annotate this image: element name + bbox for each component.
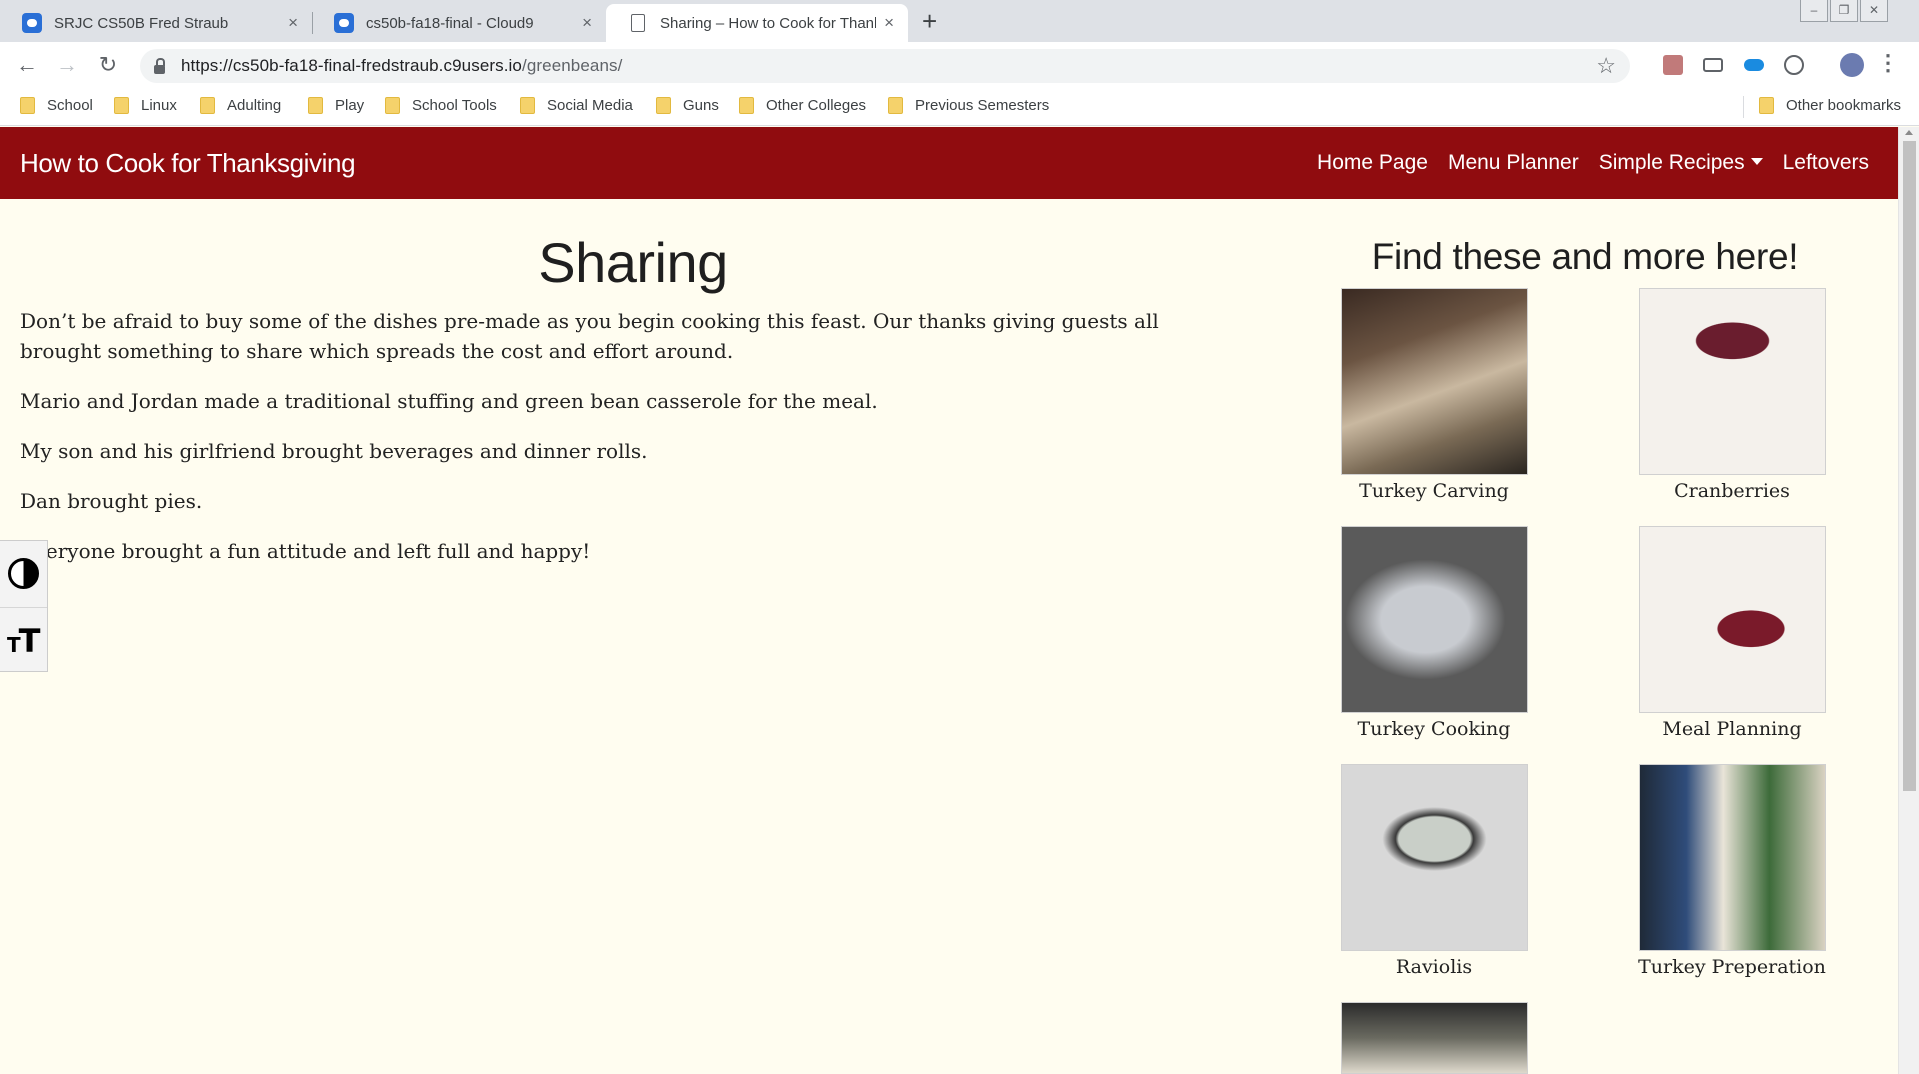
gallery-item[interactable]: Meal Planning (1612, 526, 1852, 740)
gallery-image[interactable] (1340, 1002, 1528, 1074)
kebab-icon[interactable]: ⋮ (1877, 50, 1899, 76)
folder-icon (114, 97, 129, 114)
cast-icon[interactable] (1703, 58, 1723, 72)
other-bookmarks-folder[interactable]: Other bookmarks (1759, 97, 1901, 114)
scroll-up-icon[interactable] (1905, 130, 1913, 135)
new-tab-button[interactable]: + (922, 6, 937, 37)
arrow-left-icon[interactable]: ← (12, 50, 42, 80)
article-body: Don’t be afraid to buy some of the dishe… (20, 306, 1220, 586)
folder-icon (520, 97, 535, 114)
sidebar-title: Find these and more here! (1371, 236, 1799, 277)
tab-favicon-icon (334, 13, 354, 33)
browser-toolbar: ← → ↻ https://cs50b-fa18-final-fredstrau… (0, 42, 1919, 88)
turkey-carving-image[interactable] (1340, 288, 1528, 475)
wordpress-extension-icon[interactable] (1784, 55, 1804, 75)
bookmark-folder[interactable]: Previous Semesters (888, 97, 1049, 114)
bookmark-folder[interactable]: School Tools (385, 97, 497, 114)
caret-down-icon (1750, 157, 1763, 165)
gallery-caption: Cranberries (1674, 480, 1790, 502)
gallery-item[interactable]: Raviolis (1314, 764, 1554, 978)
nav-home-page[interactable]: Home Page (1317, 151, 1428, 175)
site-brand-link[interactable]: How to Cook for Thanksgiving (20, 148, 356, 179)
gallery-item[interactable]: Turkey Preperation (1612, 764, 1852, 978)
folder-icon (20, 97, 35, 114)
nav-menu-planner[interactable]: Menu Planner (1448, 151, 1579, 175)
cranberries-image[interactable] (1638, 288, 1826, 475)
address-bar[interactable]: https://cs50b-fa18-final-fredstraub.c9us… (140, 49, 1630, 83)
reload-icon[interactable]: ↻ (93, 50, 123, 80)
gallery-item[interactable] (1314, 1002, 1554, 1074)
restore-icon[interactable]: ❐ (1830, 0, 1858, 22)
site-menu: Home Page Menu Planner Simple Recipes Le… (1297, 151, 1869, 175)
gallery-caption: Raviolis (1395, 956, 1473, 978)
bookmark-folder[interactable]: Adulting (200, 97, 281, 114)
tab-title: Sharing – How to Cook for Thank (660, 14, 877, 32)
bookmarks-divider (1743, 96, 1744, 118)
folder-icon (308, 97, 323, 114)
arrow-right-icon[interactable]: → (52, 50, 82, 80)
cloud-extension-icon[interactable] (1744, 59, 1764, 71)
browser-tab-active[interactable]: Sharing – How to Cook for Thank × (606, 4, 908, 42)
contrast-toggle-button[interactable] (0, 541, 47, 607)
avatar[interactable] (1840, 53, 1864, 77)
gallery-item[interactable]: Turkey Carving (1314, 288, 1554, 502)
site-navbar: How to Cook for Thanksgiving Home Page M… (0, 127, 1898, 199)
meal-planning-image[interactable] (1638, 526, 1826, 713)
gallery-caption: Turkey Carving (1359, 480, 1509, 502)
gallery-item[interactable]: Cranberries (1612, 288, 1852, 502)
folder-icon (656, 97, 671, 114)
folder-icon (739, 97, 754, 114)
scrollbar-thumb[interactable] (1903, 141, 1916, 791)
article-paragraph: My son and his girlfriend brought bevera… (20, 439, 648, 463)
browser-tab-strip: SRJC CS50B Fred Straub × cs50b-fa18-fina… (0, 0, 1919, 42)
tab-favicon-icon (22, 13, 42, 33)
bookmark-folder[interactable]: Social Media (520, 97, 633, 114)
pdf-extension-icon[interactable] (1663, 55, 1683, 75)
article-paragraph: Mario and Jordan made a traditional stuf… (20, 389, 878, 413)
star-icon[interactable]: ☆ (1596, 53, 1616, 79)
bookmark-folder[interactable]: Linux (114, 97, 177, 114)
turkey-cooking-image[interactable] (1340, 526, 1528, 713)
page-favicon-icon (631, 14, 645, 32)
nav-simple-recipes[interactable]: Simple Recipes (1599, 151, 1763, 175)
minimize-icon[interactable]: – (1800, 0, 1828, 22)
bookmark-folder[interactable]: School (20, 97, 93, 114)
folder-icon (888, 97, 903, 114)
contrast-icon (8, 558, 39, 589)
bookmark-folder[interactable]: Other Colleges (739, 97, 866, 114)
gallery-caption: Meal Planning (1662, 718, 1802, 740)
folder-icon (385, 97, 400, 114)
tab-title: SRJC CS50B Fred Straub (54, 14, 229, 32)
turkey-preparation-image[interactable] (1638, 764, 1826, 951)
page-scrollbar[interactable] (1898, 127, 1919, 1074)
browser-tab[interactable]: cs50b-fa18-final - Cloud9 × (312, 4, 606, 42)
nav-leftovers[interactable]: Leftovers (1783, 151, 1869, 175)
folder-icon (200, 97, 215, 114)
article-paragraph: Don’t be afraid to buy some of the dishe… (20, 309, 1159, 363)
bookmarks-bar: School Linux Adulting Play School Tools … (0, 88, 1919, 126)
tab-close-icon[interactable]: × (288, 13, 298, 33)
tab-close-icon[interactable]: × (582, 13, 592, 33)
gallery-caption: Turkey Cooking (1357, 718, 1511, 740)
gallery-item[interactable]: Turkey Cooking (1314, 526, 1554, 740)
tab-close-icon[interactable]: × (884, 13, 894, 33)
article-paragraph: Everyone brought a fun attitude and left… (20, 539, 591, 563)
bookmark-folder[interactable]: Play (308, 97, 364, 114)
raviolis-image[interactable] (1340, 764, 1528, 951)
accessibility-toolbar: TT (0, 540, 48, 672)
page-title: Sharing (538, 231, 728, 294)
lock-icon (154, 57, 165, 74)
tab-title: cs50b-fa18-final - Cloud9 (366, 14, 534, 32)
browser-tab[interactable]: SRJC CS50B Fred Straub × (0, 4, 312, 42)
gallery-caption: Turkey Preperation (1638, 956, 1826, 978)
font-size-button[interactable]: TT (0, 607, 47, 673)
window-close-icon[interactable]: ✕ (1860, 0, 1888, 22)
bookmark-folder[interactable]: Guns (656, 97, 719, 114)
url-text: https://cs50b-fa18-final-fredstraub.c9us… (181, 56, 623, 75)
article-paragraph: Dan brought pies. (20, 489, 203, 513)
font-size-icon: TT (7, 622, 41, 660)
folder-icon (1759, 97, 1774, 114)
